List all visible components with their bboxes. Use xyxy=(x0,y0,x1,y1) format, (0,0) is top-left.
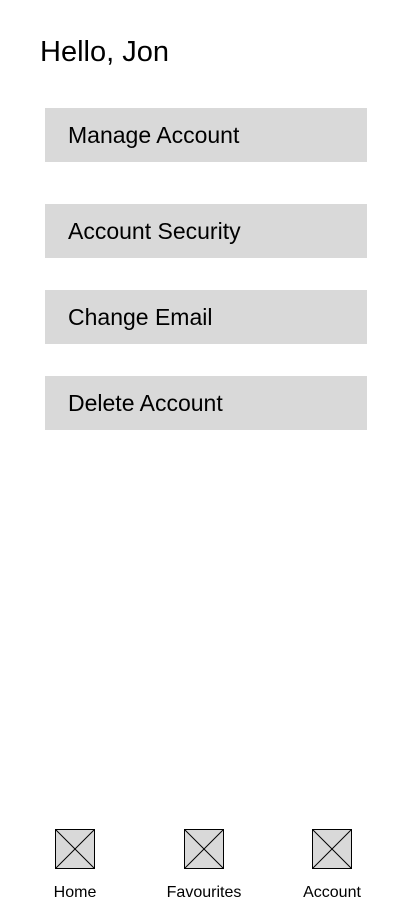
change-email-button[interactable]: Change Email xyxy=(45,290,367,344)
image-placeholder-icon xyxy=(55,829,95,869)
manage-account-button[interactable]: Manage Account xyxy=(45,108,367,162)
nav-label-home: Home xyxy=(53,884,97,901)
account-security-button[interactable]: Account Security xyxy=(45,204,367,258)
image-placeholder-icon xyxy=(312,829,352,869)
nav-label-account: Account xyxy=(303,884,361,901)
bottom-navigation: Home Favourites Account xyxy=(0,828,412,917)
delete-account-button[interactable]: Delete Account xyxy=(45,376,367,430)
nav-item-home[interactable]: Home xyxy=(25,828,125,908)
image-placeholder-icon xyxy=(184,829,224,869)
nav-item-favourites[interactable]: Favourites xyxy=(154,828,254,908)
nav-item-account[interactable]: Account xyxy=(282,828,382,908)
nav-label-favourites: Favourites xyxy=(166,884,242,901)
greeting-title: Hello, Jon xyxy=(40,36,169,68)
